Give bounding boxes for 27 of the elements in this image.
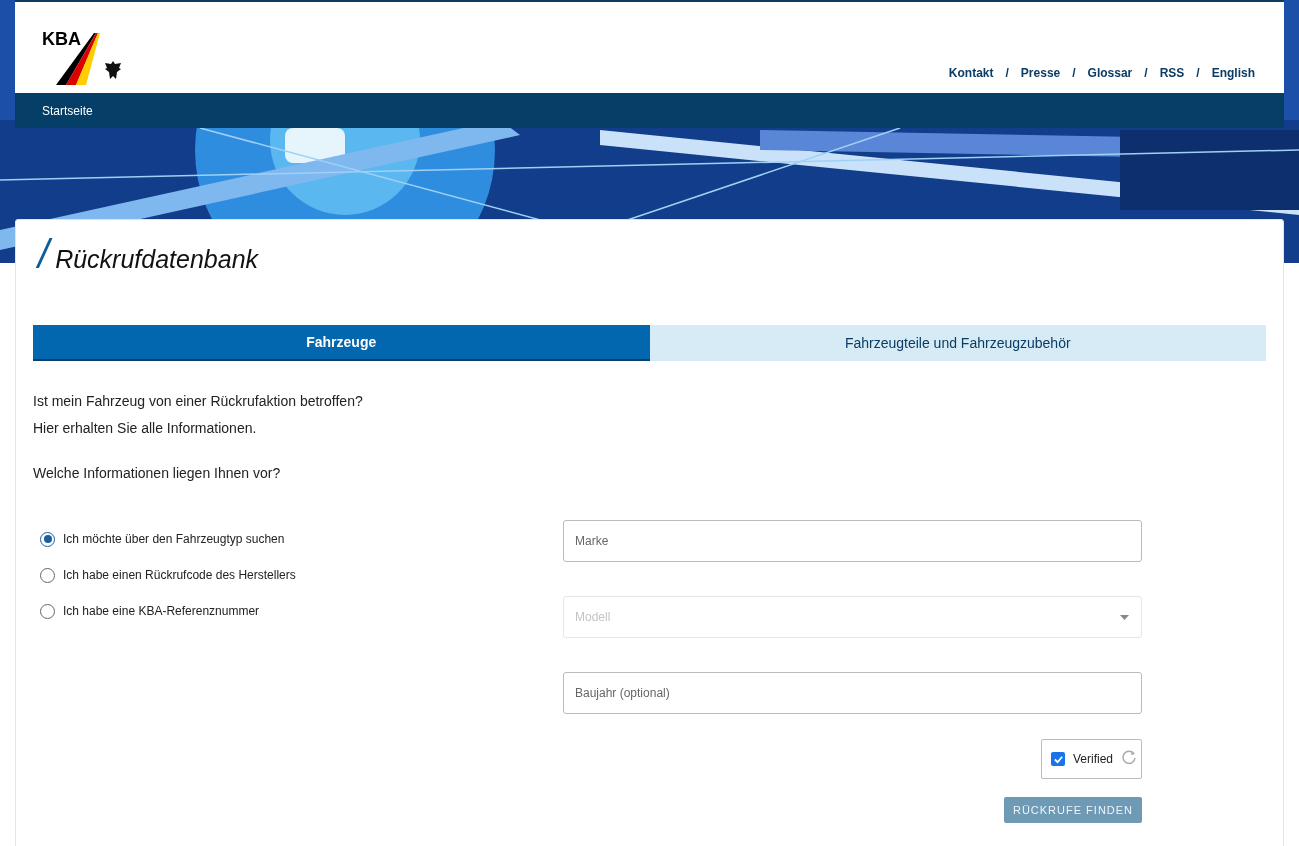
refresh-icon — [1121, 749, 1138, 765]
tab[interactable]: Fahrzeugteile und Fahrzeugzubehör — [649, 325, 1266, 361]
top-link[interactable]: RSS — [1159, 64, 1185, 82]
tab[interactable]: Fahrzeuge — [33, 325, 650, 361]
eagle-icon — [104, 60, 122, 80]
radio-label: Ich habe eine KBA-Referenznummer — [63, 603, 260, 620]
top-link[interactable]: Presse — [1020, 64, 1061, 82]
separator: / — [1005, 65, 1009, 82]
nav-link[interactable]: Startseite — [42, 101, 93, 120]
separator: / — [1072, 65, 1076, 82]
input-field[interactable]: Marke — [563, 520, 1142, 562]
radio-label: Ich möchte über den Fahrzeugtyp suchen — [63, 531, 285, 548]
intro-text: Ist mein Fahrzeug von einer Rückrufaktion betroffen? — [33, 392, 364, 411]
checkbox[interactable] — [1051, 752, 1065, 766]
intro-text: Hier erhalten Sie alle Informationen. — [33, 419, 258, 438]
question-text: Welche Informationen liegen Ihnen vor? — [33, 464, 282, 483]
separator: / — [1196, 65, 1200, 82]
caret-icon — [1120, 615, 1129, 620]
captcha-label: Verified — [1073, 751, 1114, 768]
top-link[interactable]: English — [1211, 64, 1255, 82]
separator: / — [1144, 65, 1148, 82]
logo-text: KBA — [42, 30, 81, 48]
top-link[interactable]: Kontakt — [948, 64, 994, 82]
top-link[interactable]: Glossar — [1087, 64, 1133, 82]
input-field[interactable]: Baujahr (optional) — [563, 672, 1142, 714]
radio-label: Ich habe einen Rückrufcode des Herstellers — [63, 567, 296, 584]
page-title: Rückrufdatenbank — [55, 247, 259, 274]
